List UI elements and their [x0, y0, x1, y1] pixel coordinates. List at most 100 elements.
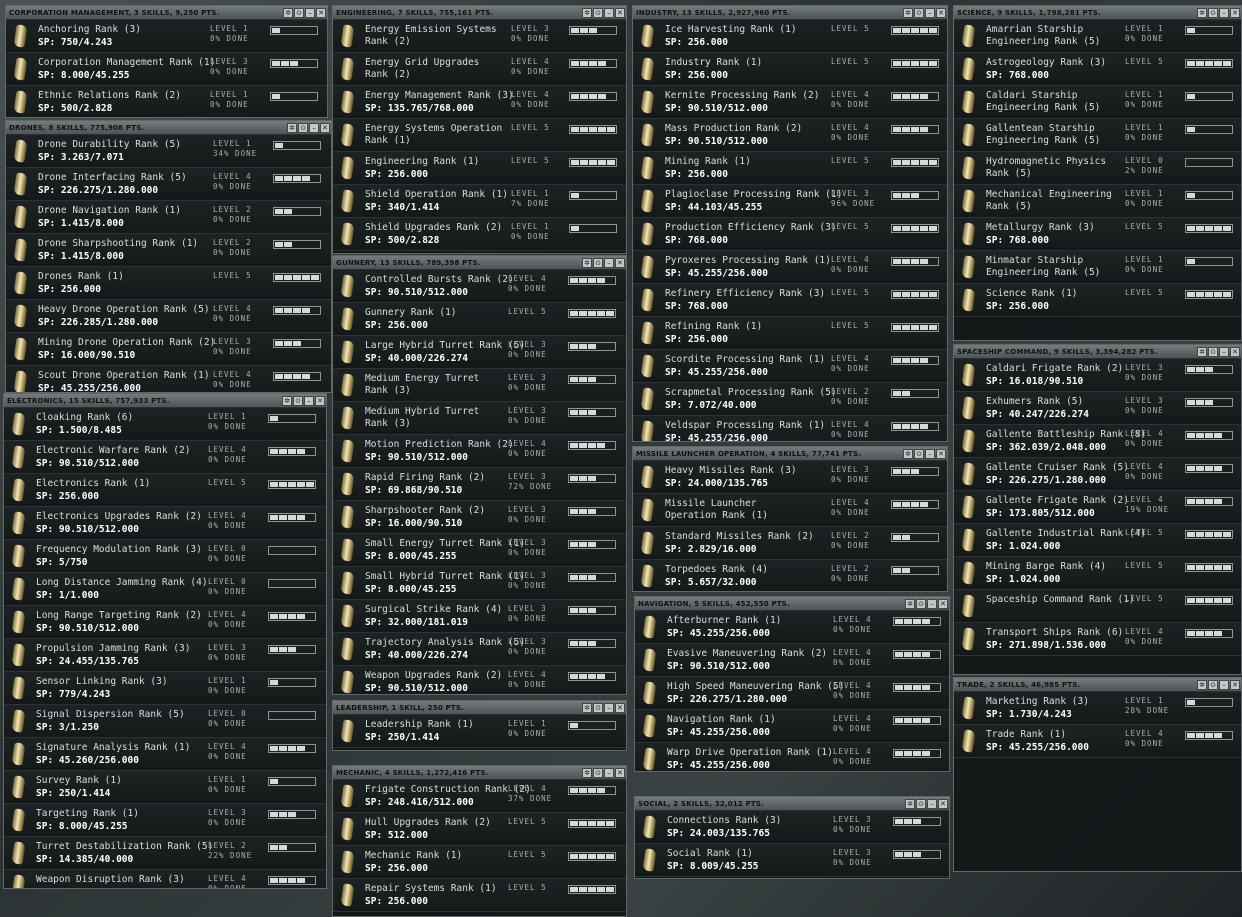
- skill-row[interactable]: Afterburner Rank (1) SP: 45.255/256.000 LE…: [635, 611, 949, 644]
- minimize-icon[interactable]: ⊙: [916, 798, 926, 809]
- pin-icon[interactable]: ✲: [582, 702, 592, 713]
- panel-header[interactable]: MISSILE LAUNCHER OPERATION, 4 SKILLS, 77…: [633, 447, 947, 461]
- skill-row[interactable]: Social Rank (1) SP: 8.009/45.255 LEVEL 3 0%…: [635, 844, 949, 877]
- skill-row[interactable]: Rapid Firing Rank (2) SP: 69.868/90.510 LE…: [333, 468, 626, 501]
- minimize-icon[interactable]: ⊙: [293, 395, 303, 406]
- skill-row[interactable]: Weapon Upgrades Rank (2) SP: 90.510/512.0…: [333, 666, 626, 694]
- skill-row[interactable]: Hydromagnetic Physics Rank (5) LEVEL 0 2% …: [954, 152, 1241, 185]
- panel-header[interactable]: NAVIGATION, 5 SKILLS, 452,550 PTS. ✲ ⊙ – ✕: [635, 597, 949, 611]
- skill-row[interactable]: Heavy Drone Operation Rank (5) SP: 226.28…: [6, 300, 331, 333]
- skill-row[interactable]: Corporation Management Rank (1) SP: 8.000…: [6, 53, 327, 86]
- skill-row[interactable]: Gallentean Starship Engineering Rank (5)…: [954, 119, 1241, 152]
- collapse-icon[interactable]: –: [925, 448, 935, 459]
- close-icon[interactable]: ✕: [315, 395, 325, 406]
- skill-row[interactable]: Drones Rank (1) SP: 256.000 LEVEL 5: [6, 267, 331, 300]
- close-icon[interactable]: ✕: [320, 122, 330, 133]
- panel-header[interactable]: MECHANIC, 4 SKILLS, 1,272,416 PTS. ✲ ⊙ – ✕: [333, 766, 626, 780]
- skill-row[interactable]: Mining Drone Operation Rank (2) SP: 16.00…: [6, 333, 331, 366]
- skill-row[interactable]: Heavy Missiles Rank (3) SP: 24.000/135.76…: [633, 461, 947, 494]
- skill-row[interactable]: Gallente Battleship Rank (8) SP: 362.039/…: [954, 425, 1241, 458]
- skill-row[interactable]: Drone Durability Rank (5) SP: 3.263/7.071…: [6, 135, 331, 168]
- skill-row[interactable]: High Speed Maneuvering Rank (5) SP: 226.2…: [635, 677, 949, 710]
- panel-header[interactable]: DRONES, 8 SKILLS, 775,908 PTS. ✲ ⊙ – ✕: [6, 121, 331, 135]
- skill-row[interactable]: Scout Drone Operation Rank (1) SP: 45.255…: [6, 366, 331, 392]
- minimize-icon[interactable]: ⊙: [593, 702, 603, 713]
- close-icon[interactable]: ✕: [936, 7, 946, 18]
- skill-row[interactable]: Medium Hybrid Turret Rank (3) LEVEL 3 0% D…: [333, 402, 626, 435]
- minimize-icon[interactable]: ⊙: [1208, 346, 1218, 357]
- pin-icon[interactable]: ✲: [1197, 346, 1207, 357]
- collapse-icon[interactable]: –: [1219, 7, 1229, 18]
- close-icon[interactable]: ✕: [938, 598, 948, 609]
- skill-row[interactable]: Connections Rank (3) SP: 24.003/135.765 LE…: [635, 811, 949, 844]
- skill-row[interactable]: Refinery Efficiency Rank (3) SP: 768.000 L…: [633, 284, 947, 317]
- skill-row[interactable]: Gunnery Rank (1) SP: 256.000 LEVEL 5: [333, 303, 626, 336]
- skill-row[interactable]: Exhumers Rank (5) SP: 40.247/226.274 LEVEL…: [954, 392, 1241, 425]
- skill-row[interactable]: Industry Rank (1) SP: 256.000 LEVEL 5: [633, 53, 947, 86]
- skill-row[interactable]: Mining Barge Rank (4) SP: 1.024.000 LEVEL …: [954, 557, 1241, 590]
- pin-icon[interactable]: ✲: [582, 7, 592, 18]
- panel-header[interactable]: SCIENCE, 9 SKILLS, 1,798,281 PTS. ✲ ⊙ – ✕: [954, 6, 1241, 20]
- collapse-icon[interactable]: –: [925, 7, 935, 18]
- pin-icon[interactable]: ✲: [1197, 7, 1207, 18]
- pin-icon[interactable]: ✲: [903, 7, 913, 18]
- minimize-icon[interactable]: ⊙: [1208, 7, 1218, 18]
- skill-row[interactable]: Shield Operation Rank (1) SP: 340/1.414 LE…: [333, 185, 626, 218]
- skill-row[interactable]: Sensor Linking Rank (3) SP: 779/4.243 LEVE…: [4, 672, 326, 705]
- skill-row[interactable]: Hull Upgrades Rank (2) SP: 512.000 LEVEL 5: [333, 813, 626, 846]
- skill-row[interactable]: Gallente Cruiser Rank (5) SP: 226.275/1.2…: [954, 458, 1241, 491]
- pin-icon[interactable]: ✲: [582, 257, 592, 268]
- collapse-icon[interactable]: –: [604, 702, 614, 713]
- panel-header[interactable]: TRADE, 2 SKILLS, 46,985 PTS. ✲ ⊙ – ✕: [954, 678, 1241, 692]
- minimize-icon[interactable]: ⊙: [914, 7, 924, 18]
- collapse-icon[interactable]: –: [604, 257, 614, 268]
- skill-row[interactable]: Gallente Frigate Rank (2) SP: 173.805/512…: [954, 491, 1241, 524]
- skill-row[interactable]: Cloaking Rank (6) SP: 1.500/8.485 LEVEL 10…: [4, 408, 326, 441]
- skill-row[interactable]: Ice Harvesting Rank (1) SP: 256.000 LEVEL …: [633, 20, 947, 53]
- skill-row[interactable]: Signal Dispersion Rank (5) SP: 3/1.250 LEV…: [4, 705, 326, 738]
- skill-row[interactable]: Kernite Processing Rank (2) SP: 90.510/51…: [633, 86, 947, 119]
- skill-row[interactable]: Trade Rank (1) SP: 45.255/256.000 LEVEL 40…: [954, 725, 1241, 758]
- skill-row[interactable]: Frigate Construction Rank (2) SP: 248.416…: [333, 780, 626, 813]
- collapse-icon[interactable]: –: [927, 598, 937, 609]
- skill-row[interactable]: Science Rank (1) SP: 256.000 LEVEL 5: [954, 284, 1241, 317]
- collapse-icon[interactable]: –: [604, 7, 614, 18]
- skill-row[interactable]: Missile Launcher Operation Rank (1) LEVEL…: [633, 494, 947, 527]
- skill-row[interactable]: Marketing Rank (3) SP: 1.730/4.243 LEVEL 1…: [954, 692, 1241, 725]
- skill-row[interactable]: Warp Drive Operation Rank (1) SP: 45.255/…: [635, 743, 949, 771]
- pin-icon[interactable]: ✲: [903, 448, 913, 459]
- skill-row[interactable]: Long Distance Jamming Rank (4) SP: 1/1.00…: [4, 573, 326, 606]
- skill-row[interactable]: Navigation Rank (1) SP: 45.255/256.000 LEV…: [635, 710, 949, 743]
- skill-row[interactable]: Energy Grid Upgrades Rank (2) LEVEL 4 0% D…: [333, 53, 626, 86]
- skill-row[interactable]: Mechanic Rank (1) SP: 256.000 LEVEL 5: [333, 846, 626, 879]
- skill-row[interactable]: Engineering Rank (1) SP: 256.000 LEVEL 5: [333, 152, 626, 185]
- skill-row[interactable]: Signature Analysis Rank (1) SP: 45.260/25…: [4, 738, 326, 771]
- pin-icon[interactable]: ✲: [905, 598, 915, 609]
- skill-row[interactable]: Mechanical Engineering Rank (5) LEVEL 1 0%…: [954, 185, 1241, 218]
- skill-row[interactable]: Surgical Strike Rank (4) SP: 32.000/181.0…: [333, 600, 626, 633]
- minimize-icon[interactable]: ⊙: [593, 7, 603, 18]
- skill-row[interactable]: Production Efficiency Rank (3) SP: 768.00…: [633, 218, 947, 251]
- close-icon[interactable]: ✕: [615, 767, 625, 778]
- skill-row[interactable]: Minmatar Starship Engineering Rank (5) LE…: [954, 251, 1241, 284]
- pin-icon[interactable]: ✲: [1197, 679, 1207, 690]
- skill-row[interactable]: Trajectory Analysis Rank (5) SP: 40.000/2…: [333, 633, 626, 666]
- close-icon[interactable]: ✕: [1230, 7, 1240, 18]
- skill-row[interactable]: Leadership Rank (1) SP: 250/1.414 LEVEL 10…: [333, 715, 626, 748]
- skill-row[interactable]: Energy Management Rank (3) SP: 135.765/76…: [333, 86, 626, 119]
- panel-header[interactable]: LEADERSHIP, 1 SKILL, 250 PTS. ✲ ⊙ – ✕: [333, 701, 626, 715]
- collapse-icon[interactable]: –: [1219, 346, 1229, 357]
- skill-row[interactable]: Anchoring Rank (3) SP: 750/4.243 LEVEL 1 0%…: [6, 20, 327, 53]
- close-icon[interactable]: ✕: [615, 257, 625, 268]
- pin-icon[interactable]: ✲: [282, 395, 292, 406]
- minimize-icon[interactable]: ⊙: [916, 598, 926, 609]
- skill-row[interactable]: Astrogeology Rank (3) SP: 768.000 LEVEL 5: [954, 53, 1241, 86]
- skill-row[interactable]: Controlled Bursts Rank (2) SP: 90.510/512…: [333, 270, 626, 303]
- skill-row[interactable]: Medium Energy Turret Rank (3) LEVEL 3 0% D…: [333, 369, 626, 402]
- skill-row[interactable]: Shield Upgrades Rank (2) SP: 500/2.828 LEV…: [333, 218, 626, 251]
- skill-row[interactable]: Targeting Rank (1) SP: 8.000/45.255 LEVEL …: [4, 804, 326, 837]
- skill-row[interactable]: Scrapmetal Processing Rank (5) SP: 7.072/…: [633, 383, 947, 416]
- skill-row[interactable]: Scordite Processing Rank (1) SP: 45.255/2…: [633, 350, 947, 383]
- close-icon[interactable]: ✕: [1230, 346, 1240, 357]
- skill-row[interactable]: Small Energy Turret Rank (1) SP: 8.000/45…: [333, 534, 626, 567]
